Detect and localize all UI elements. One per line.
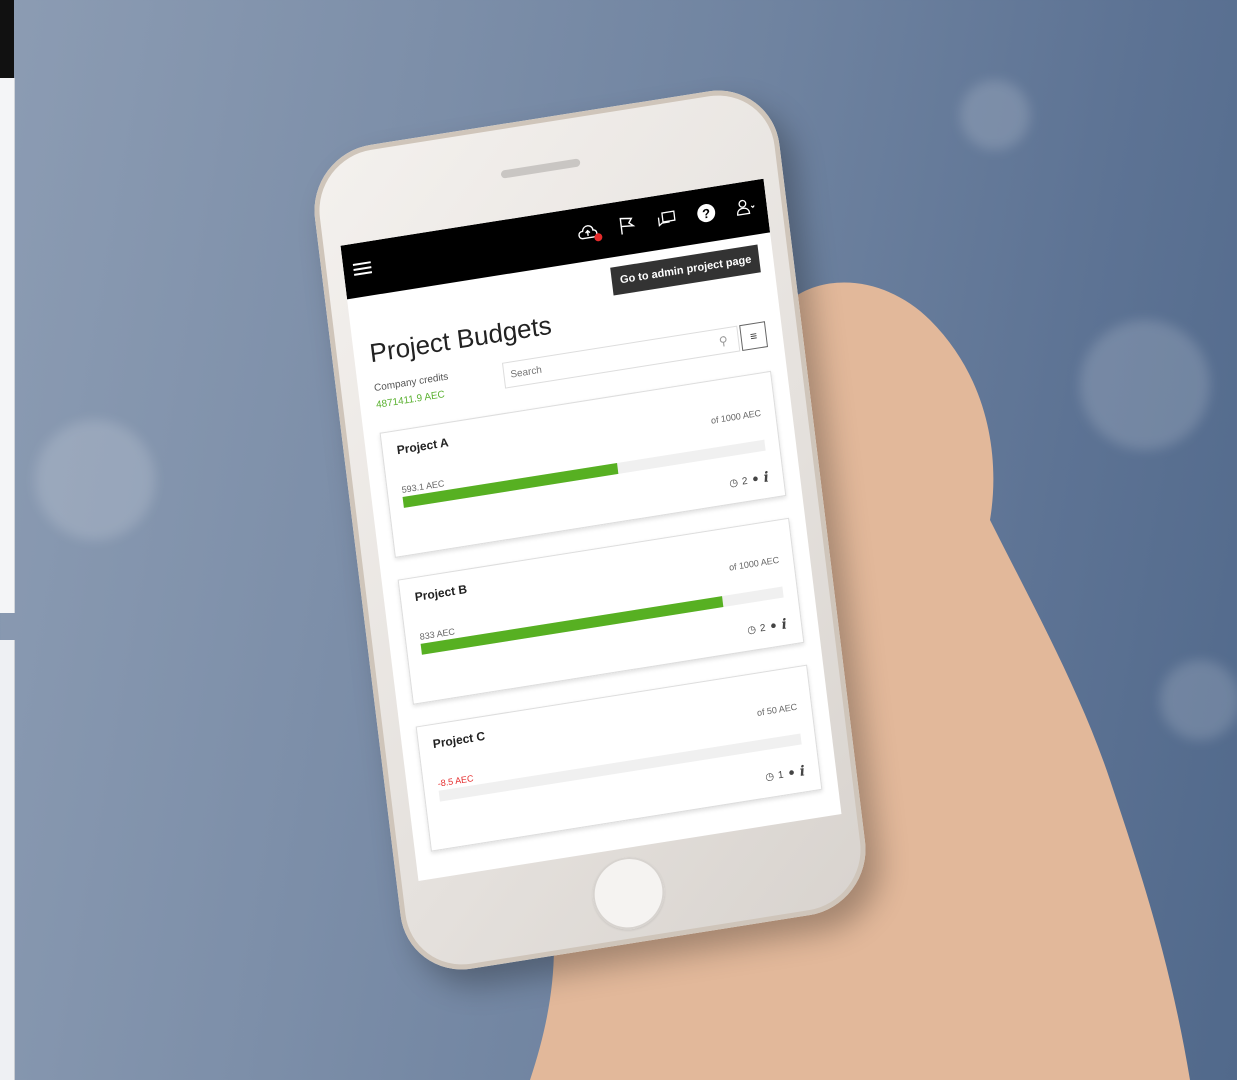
card-meta: ◷ 2 ⚫ i (746, 616, 788, 638)
clock-icon: ◷ (728, 476, 739, 490)
member-count: 1 (777, 769, 785, 781)
card-meta: ◷ 2 ⚫ i (728, 469, 770, 491)
phone-device: ? Go to admin project page Project Budge… (307, 81, 873, 979)
user-icon-svg (737, 199, 755, 216)
background-window-panel (0, 78, 15, 613)
flag-icon-svg (619, 217, 636, 235)
cloud-upload-icon[interactable] (575, 219, 603, 244)
background-window-panel (0, 640, 15, 1080)
list-view-toggle-button[interactable]: ≡ (739, 321, 769, 352)
phone-speaker (500, 158, 581, 179)
budget-progress-fill (438, 790, 440, 802)
users-icon[interactable]: ⚫ (787, 767, 797, 779)
company-credits: Company credits 4871411.9 AEC (373, 363, 505, 411)
hamburger-icon[interactable] (352, 261, 373, 276)
users-icon[interactable]: ⚫ (769, 620, 779, 632)
notification-dot (593, 232, 603, 242)
chat-icon[interactable] (655, 207, 679, 232)
search-icon[interactable]: ⚲ (718, 332, 736, 348)
info-icon[interactable]: i (799, 763, 806, 780)
help-circle: ? (696, 202, 717, 224)
member-count: 2 (759, 622, 767, 635)
budget-total: of 1000 AEC (728, 554, 780, 573)
clock-icon: ◷ (746, 623, 757, 636)
info-icon[interactable]: i (781, 616, 788, 633)
budget-progress-track (438, 733, 802, 802)
user-icon[interactable] (734, 194, 758, 219)
budget-progress-track (402, 439, 766, 508)
clock-icon: ◷ (764, 770, 775, 783)
background-window-titlebar (0, 0, 14, 78)
member-count: 2 (741, 475, 749, 488)
budget-progress-track (420, 586, 784, 655)
budget-total: of 50 AEC (756, 701, 798, 718)
users-icon[interactable]: ⚫ (751, 473, 761, 485)
budget-total: of 1000 AEC (710, 407, 762, 426)
chat-icon-svg (657, 210, 676, 227)
page-content: Go to admin project page Project Budgets… (347, 232, 840, 866)
app-screen: ? Go to admin project page Project Budge… (340, 178, 842, 881)
bokeh-light (35, 420, 155, 540)
help-icon[interactable]: ? (694, 200, 718, 225)
flag-icon[interactable] (615, 213, 639, 238)
top-nav-icons: ? (575, 194, 758, 244)
card-meta: ◷ 1 ⚫ i (764, 763, 806, 785)
info-icon[interactable]: i (763, 469, 770, 486)
home-button (588, 851, 669, 935)
bokeh-light (960, 80, 1030, 150)
